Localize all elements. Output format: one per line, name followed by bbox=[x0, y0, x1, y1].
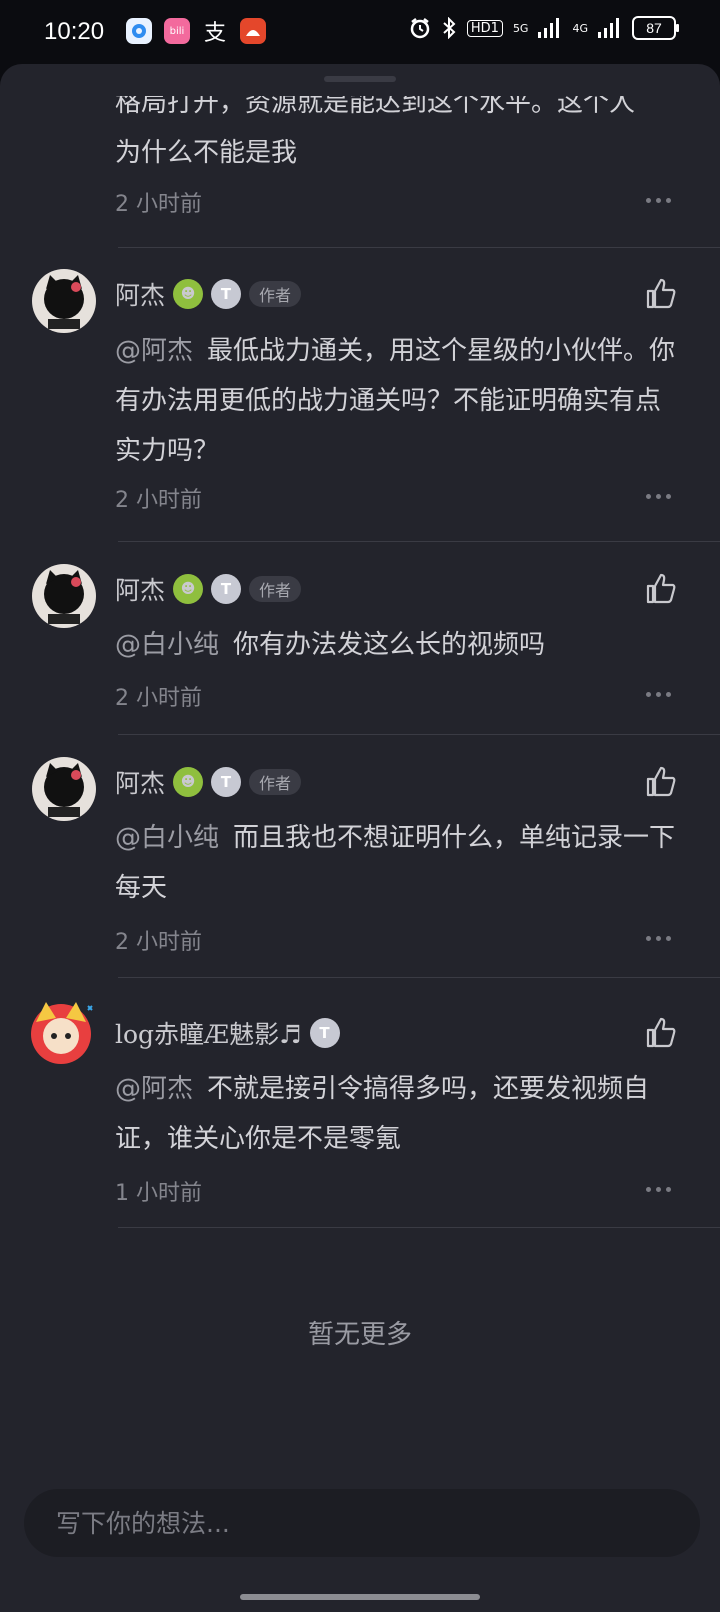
comment-text: @阿杰 最低战力通关，用这个星级的小伙伴。你有办法用更低的战力通关吗？不能证明确实… bbox=[115, 326, 685, 476]
avatar[interactable] bbox=[32, 269, 96, 333]
comment-body: 最低战力通关，用这个星级的小伙伴。你有办法用更低的战力通关吗？不能证明确实有点实… bbox=[115, 336, 676, 466]
browser-app-icon bbox=[126, 18, 152, 44]
net1-label: 5G bbox=[512, 21, 529, 35]
emoji-badge-icon: ☻ bbox=[173, 279, 204, 309]
avatar[interactable] bbox=[32, 757, 96, 821]
author-tag: 作者 bbox=[249, 576, 302, 602]
mention-link[interactable]: @白小纯 bbox=[115, 823, 219, 853]
divider bbox=[118, 1227, 720, 1228]
comment-body: 你有办法发这么长的视频吗 bbox=[233, 630, 546, 660]
level-badge: T bbox=[309, 1018, 340, 1048]
divider bbox=[118, 247, 720, 248]
comments-sheet: 格局打开，资源就是能达到这个水平。这个人 为什么不能是我 2 小时前 阿杰 ☻ … bbox=[0, 64, 720, 1612]
divider bbox=[118, 734, 720, 735]
divider bbox=[118, 977, 720, 978]
zhifubao-app-icon: 支 bbox=[203, 21, 226, 46]
like-button[interactable] bbox=[644, 277, 678, 311]
more-options-button[interactable] bbox=[646, 1184, 676, 1194]
alarm-icon bbox=[410, 18, 430, 39]
notification-app-icons: bili 支 bbox=[126, 18, 266, 46]
comment-text: 格局打开，资源就是能达到这个水平。这个人 为什么不能是我 bbox=[115, 78, 685, 178]
battery-level: 87 bbox=[646, 20, 662, 36]
emoji-badge-icon: ☻ bbox=[173, 767, 204, 797]
comment-body: 不就是接引令搞得多吗，还要发视频自证，谁关心你是不是零氪 bbox=[115, 1074, 650, 1154]
comment-header: 阿杰 ☻ T 作者 bbox=[115, 764, 302, 800]
comment-time: 2 小时前 bbox=[115, 192, 202, 217]
mention-link[interactable]: @阿杰 bbox=[115, 1074, 193, 1104]
mention-link[interactable]: @白小纯 bbox=[115, 630, 219, 660]
username[interactable]: 阿杰 bbox=[115, 571, 165, 607]
home-indicator[interactable] bbox=[240, 1594, 480, 1600]
comment-time: 2 小时前 bbox=[115, 686, 202, 711]
level-badge: T bbox=[211, 279, 242, 309]
like-button[interactable] bbox=[644, 765, 678, 799]
bluetooth-icon bbox=[443, 17, 456, 39]
comment-text: @阿杰 不就是接引令搞得多吗，还要发视频自证，谁关心你是不是零氪 bbox=[115, 1064, 685, 1164]
comment-text-line: 格局打开，资源就是能达到这个水平。这个人 bbox=[115, 88, 636, 118]
comment-text: @白小纯 而且我也不想证明什么，单纯记录一下每天 bbox=[115, 813, 685, 913]
mention-link[interactable]: @阿杰 bbox=[115, 336, 193, 366]
bilibili-app-icon: bili bbox=[164, 18, 190, 44]
more-options-button[interactable] bbox=[646, 491, 676, 501]
comment-header: 阿杰 ☻ T 作者 bbox=[115, 276, 302, 312]
comment-header: log赤瞳Æ魅影♬ T bbox=[115, 1015, 340, 1051]
battery-icon: 87 bbox=[632, 16, 679, 40]
level-badge: T bbox=[211, 767, 242, 797]
comment-text: @白小纯 你有办法发这么长的视频吗 bbox=[115, 620, 685, 670]
username[interactable]: log赤瞳Æ魅影♬ bbox=[115, 1015, 302, 1051]
author-tag: 作者 bbox=[249, 281, 302, 307]
username[interactable]: 阿杰 bbox=[115, 764, 165, 800]
author-tag: 作者 bbox=[249, 769, 302, 795]
avatar[interactable] bbox=[26, 998, 96, 1068]
status-time: 10:20 bbox=[44, 18, 105, 45]
comment-time: 1 小时前 bbox=[115, 1181, 202, 1206]
status-indicators: HD1 5G 4G 87 bbox=[409, 16, 679, 40]
status-bar: 10:20 bili 支 HD1 5G 4G 87 bbox=[0, 0, 720, 64]
divider bbox=[118, 541, 720, 542]
more-options-button[interactable] bbox=[646, 195, 676, 205]
comment-time: 2 小时前 bbox=[115, 930, 202, 955]
comment-input[interactable] bbox=[24, 1489, 688, 1557]
emoji-badge-icon: ☻ bbox=[173, 574, 204, 604]
more-options-button[interactable] bbox=[646, 689, 676, 699]
like-button[interactable] bbox=[644, 1016, 678, 1050]
no-more-label: 暂无更多 bbox=[307, 1320, 412, 1350]
comment-time: 2 小时前 bbox=[115, 488, 202, 513]
comment-text-line: 为什么不能是我 bbox=[115, 138, 298, 168]
net2-label: 4G bbox=[572, 21, 588, 35]
signal-icon bbox=[598, 18, 619, 38]
username[interactable]: 阿杰 bbox=[115, 276, 165, 312]
hd-label: HD1 bbox=[466, 19, 503, 37]
like-button[interactable] bbox=[644, 572, 678, 606]
comment-header: 阿杰 ☻ T 作者 bbox=[115, 571, 302, 607]
game-app-icon bbox=[240, 18, 266, 44]
avatar[interactable] bbox=[32, 564, 96, 628]
level-badge: T bbox=[211, 574, 242, 604]
more-options-button[interactable] bbox=[646, 933, 676, 943]
signal-icon bbox=[538, 18, 560, 38]
comment-input-bar[interactable] bbox=[24, 1489, 700, 1557]
